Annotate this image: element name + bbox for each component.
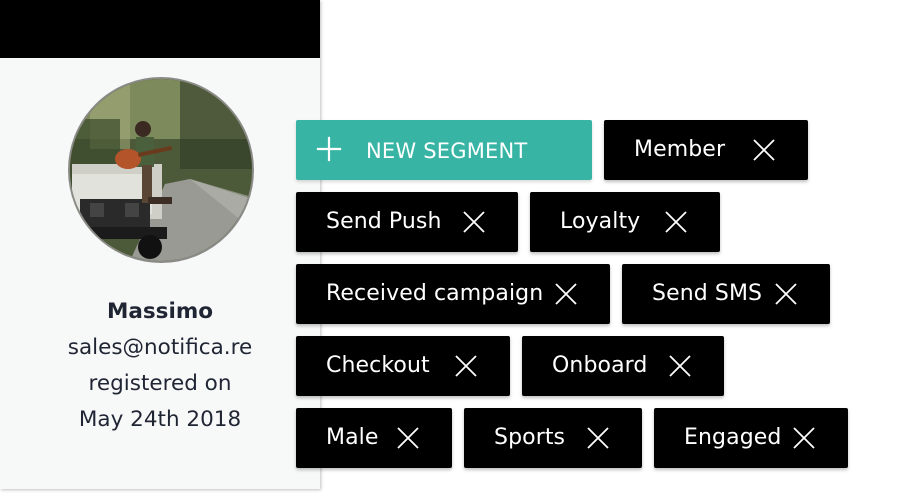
tag-label: Send Push [326, 209, 442, 234]
tag-label: Send SMS [652, 281, 763, 306]
profile-email: sales@notifica.re [67, 335, 253, 360]
tag-checkout[interactable]: Checkout [296, 336, 510, 396]
close-icon[interactable] [665, 211, 687, 233]
avatar-photo [70, 79, 252, 261]
tag-label: Onboard [552, 353, 648, 378]
close-icon[interactable] [555, 283, 577, 305]
tag-sports[interactable]: Sports [464, 408, 642, 468]
close-icon[interactable] [753, 139, 775, 161]
close-icon[interactable] [587, 427, 609, 449]
tag-send-sms[interactable]: Send SMS [622, 264, 830, 324]
tag-label: Checkout [326, 353, 430, 378]
new-segment-label: NEW SEGMENT [366, 139, 528, 163]
tag-received-campaign[interactable]: Received campaign [296, 264, 610, 324]
profile-name: Massimo [106, 299, 214, 324]
tag-label: Engaged [684, 425, 782, 450]
tag-send-push[interactable]: Send Push [296, 192, 518, 252]
profile-card: Massimo sales@notifica.re registered on … [0, 0, 320, 489]
profile-registered-label: registered on [88, 371, 232, 396]
tag-male[interactable]: Male [296, 408, 452, 468]
close-icon[interactable] [669, 355, 691, 377]
tag-label: Sports [494, 425, 566, 450]
page: Massimo sales@notifica.re registered on … [0, 0, 900, 500]
tag-label: Member [634, 137, 726, 162]
tag-label: Received campaign [326, 281, 544, 306]
tag-label: Loyalty [560, 209, 641, 234]
profile-registered-date: May 24th 2018 [78, 407, 242, 432]
close-icon[interactable] [463, 211, 485, 233]
tag-loyalty[interactable]: Loyalty [530, 192, 720, 252]
close-icon[interactable] [775, 283, 797, 305]
tag-engaged[interactable]: Engaged [654, 408, 848, 468]
close-icon[interactable] [397, 427, 419, 449]
new-segment-button[interactable]: NEW SEGMENT [296, 120, 592, 180]
close-icon[interactable] [793, 427, 815, 449]
profile-card-header [0, 0, 320, 58]
tag-label: Male [326, 425, 379, 450]
plus-icon [316, 136, 342, 162]
profile-info: Massimo sales@notifica.re registered on … [0, 294, 320, 438]
close-icon[interactable] [455, 355, 477, 377]
tag-member[interactable]: Member [604, 120, 808, 180]
tag-onboard[interactable]: Onboard [522, 336, 724, 396]
avatar[interactable] [68, 77, 254, 263]
